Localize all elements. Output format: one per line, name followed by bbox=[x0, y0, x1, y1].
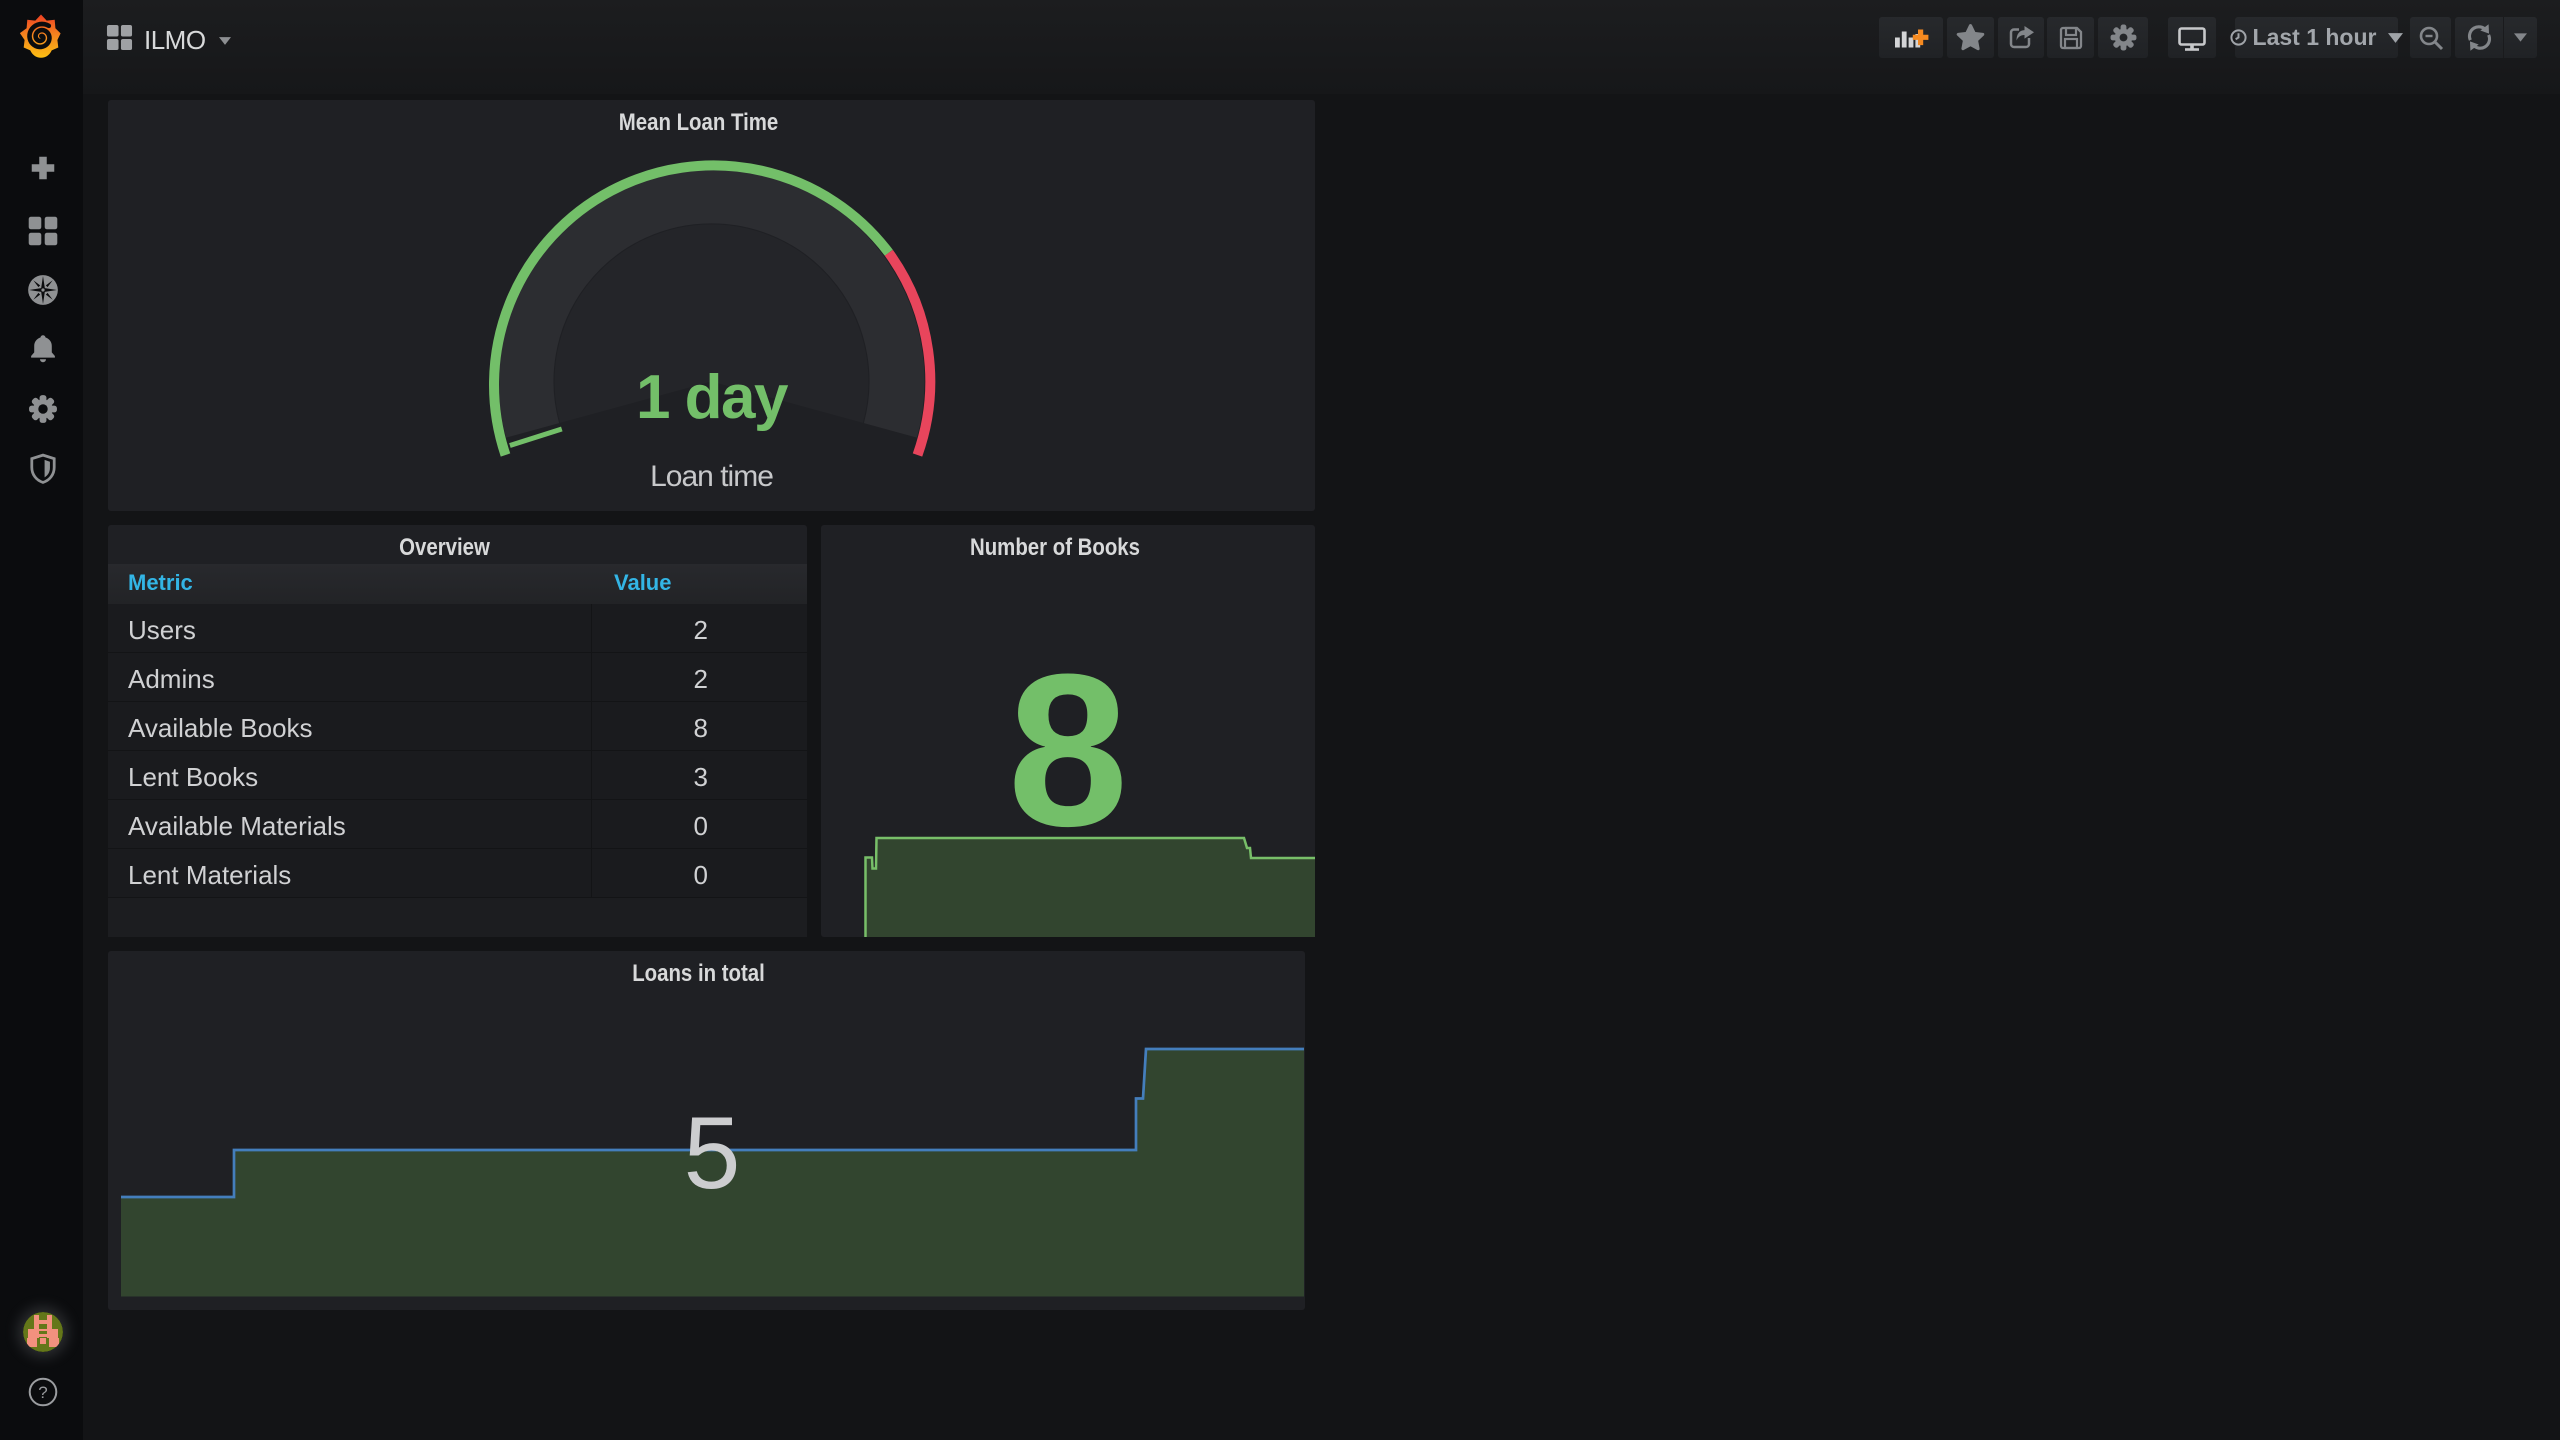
svg-text:8: 8 bbox=[1008, 629, 1129, 871]
svg-text:1 day: 1 day bbox=[636, 363, 789, 432]
svg-text:?: ? bbox=[38, 1383, 47, 1402]
svg-text:Loan time: Loan time bbox=[650, 460, 773, 493]
svg-text:5: 5 bbox=[684, 1096, 741, 1210]
